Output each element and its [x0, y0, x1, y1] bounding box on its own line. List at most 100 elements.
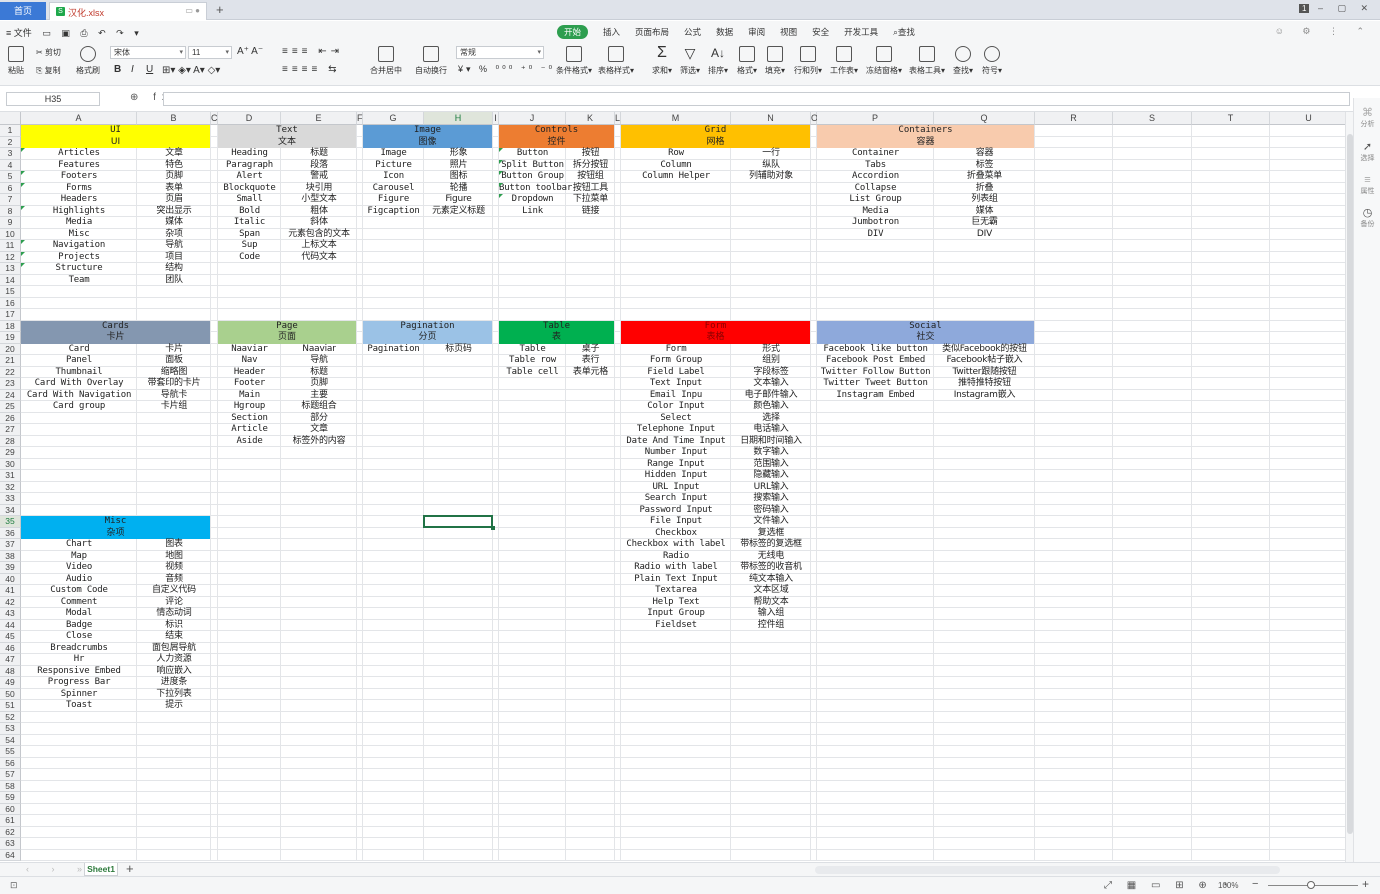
row-header[interactable]: 18	[0, 320, 21, 332]
cell-en[interactable]: Pagination	[363, 344, 424, 356]
cell-en[interactable]: Collapse	[817, 183, 934, 195]
column-header[interactable]: D	[218, 112, 281, 125]
cell-cn[interactable]: 纵队	[731, 160, 811, 172]
cell-en[interactable]: Fieldset	[621, 620, 731, 632]
row-header[interactable]: 63	[0, 838, 21, 850]
row-header[interactable]: 50	[0, 688, 21, 700]
cell-cn[interactable]: 表单	[137, 183, 211, 195]
cell-cn[interactable]: 导航卡	[137, 390, 211, 402]
cell-en[interactable]: Hr	[21, 654, 137, 666]
row-header[interactable]: 34	[0, 504, 21, 516]
cell-en[interactable]: Footers	[21, 171, 137, 183]
block-header[interactable]: Page 页面	[218, 320, 356, 344]
cell-cn[interactable]: 缩略图	[137, 367, 211, 379]
cell-cn[interactable]: 标题	[281, 367, 357, 379]
cell-en[interactable]: Range Input	[621, 459, 731, 471]
cell-cn[interactable]: 卡片	[137, 344, 211, 356]
conditional-format-button[interactable]: 条件格式▾	[556, 46, 592, 76]
cell-en[interactable]: Highlights	[21, 206, 137, 218]
column-header[interactable]: C	[211, 112, 218, 125]
cell-en[interactable]: Sup	[218, 240, 281, 252]
align-top-icons[interactable]: ≡≡≡ ⇤⇥	[282, 46, 343, 57]
cell-en[interactable]: Help Text	[621, 597, 731, 609]
minus-icon[interactable]: −	[1252, 878, 1258, 890]
plus-icon[interactable]: +	[1362, 877, 1369, 891]
cell-cn[interactable]: 代码文本	[281, 252, 357, 264]
cell-en[interactable]: Tabs	[817, 160, 934, 172]
cell-cn[interactable]: 表单元格	[566, 367, 615, 379]
column-header[interactable]: G	[363, 112, 424, 125]
block-header[interactable]: Image 图像	[363, 125, 492, 148]
format-painter-button[interactable]: 格式刷	[76, 46, 100, 76]
row-header[interactable]: 45	[0, 631, 21, 643]
row-header[interactable]: 46	[0, 642, 21, 654]
zoom-level[interactable]: 100%	[1218, 881, 1238, 890]
cell-cn[interactable]: 元素包含的文本	[281, 229, 357, 241]
row-header[interactable]: 6	[0, 182, 21, 194]
tab-close-icon[interactable]: ▭ ●	[185, 6, 200, 15]
save-icon[interactable]: ▣	[61, 28, 70, 38]
row-header[interactable]: 28	[0, 435, 21, 447]
cell-en[interactable]: Button toolbar	[499, 183, 572, 195]
cell-cn[interactable]: 自定义代码	[137, 585, 211, 597]
cell-en[interactable]: Forms	[21, 183, 137, 195]
cell-en[interactable]: Radio with label	[621, 562, 731, 574]
cell-en[interactable]: Picture	[363, 160, 424, 172]
row-header[interactable]: 15	[0, 286, 21, 298]
top-right-icons[interactable]: ☺ ⚙ ⋮ ⌃	[1275, 26, 1372, 37]
row-header[interactable]: 53	[0, 723, 21, 735]
cell-en[interactable]: Jumbotron	[817, 217, 934, 229]
view-mode-icons[interactable]: ⤢ ▦ ▭ ⊞ ⊕ ◔	[1104, 880, 1234, 891]
column-header[interactable]: E	[281, 112, 357, 125]
symbol-button[interactable]: 符号▾	[982, 46, 1002, 76]
cell-en[interactable]: Form	[621, 344, 731, 356]
cell-cn[interactable]: 提示	[137, 700, 211, 712]
cell-cn[interactable]: 杂项	[137, 229, 211, 241]
cell-cn[interactable]: 照片	[424, 160, 493, 172]
cell-en[interactable]: Accordion	[817, 171, 934, 183]
cell-cn[interactable]: 文本区域	[731, 585, 811, 597]
cell-en[interactable]: Bold	[218, 206, 281, 218]
column-header[interactable]: R	[1035, 112, 1113, 125]
ribbon-tab[interactable]: ⌕查找	[893, 25, 915, 39]
cell-en[interactable]: Thumbnail	[21, 367, 137, 379]
formula-input[interactable]	[163, 92, 1350, 106]
cell-en[interactable]: Paragraph	[218, 160, 281, 172]
column-header[interactable]: B	[137, 112, 211, 125]
cell-en[interactable]: Column Helper	[621, 171, 731, 183]
cell-cn[interactable]: 导航	[281, 355, 357, 367]
column-header[interactable]: T	[1192, 112, 1270, 125]
cell-cn[interactable]: DIV	[934, 229, 1035, 241]
cell-cn[interactable]: 表行	[566, 355, 615, 367]
row-header[interactable]: 33	[0, 493, 21, 505]
row-header[interactable]: 42	[0, 596, 21, 608]
cell-en[interactable]: Hidden Input	[621, 470, 731, 482]
ribbon-tab[interactable]: 公式	[684, 25, 701, 39]
cell-en[interactable]: Text Input	[621, 378, 731, 390]
cell-cn[interactable]: 页脚	[137, 171, 211, 183]
worksheet-button[interactable]: 工作表▾	[830, 46, 858, 76]
block-header[interactable]: Table 表	[499, 320, 614, 344]
cell-cn[interactable]: 导航	[137, 240, 211, 252]
row-header[interactable]: 40	[0, 573, 21, 585]
row-header[interactable]: 7	[0, 194, 21, 206]
cell-cn[interactable]: 范围输入	[731, 459, 811, 471]
column-header[interactable]: J	[499, 112, 566, 125]
row-header[interactable]: 11	[0, 240, 21, 252]
cell-cn[interactable]: 形式	[731, 344, 811, 356]
cell-en[interactable]: Span	[218, 229, 281, 241]
cell-cn[interactable]: 折叠菜单	[934, 171, 1035, 183]
font-name-select[interactable]: 宋体	[110, 46, 186, 59]
sort-button[interactable]: A↓ 排序▾	[708, 46, 728, 76]
cell-cn[interactable]: 按钮	[566, 148, 615, 160]
row-header[interactable]: 54	[0, 734, 21, 746]
row-header[interactable]: 16	[0, 297, 21, 309]
cell-en[interactable]: Card With Overlay	[21, 378, 137, 390]
cell-en[interactable]: Textarea	[621, 585, 731, 597]
cell-cn[interactable]: 页脚	[281, 378, 357, 390]
cell-en[interactable]: Team	[21, 275, 137, 287]
cell-cn[interactable]: 一行	[731, 148, 811, 160]
cell-en[interactable]: Code	[218, 252, 281, 264]
cell-cn[interactable]: URL输入	[731, 482, 811, 494]
cell-en[interactable]: Image	[363, 148, 424, 160]
